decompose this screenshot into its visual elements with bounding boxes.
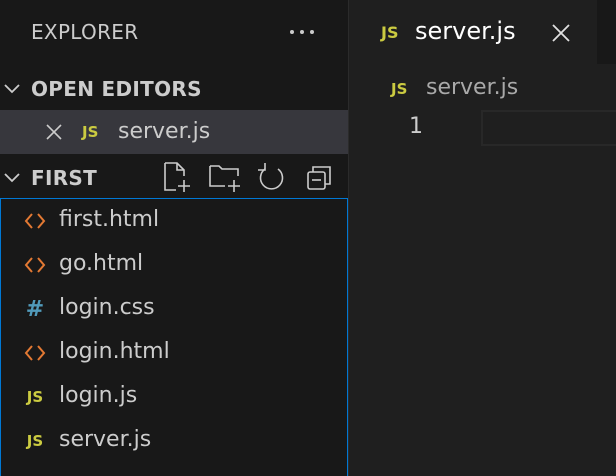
refresh-icon[interactable] <box>256 160 288 194</box>
tab-server-js[interactable]: JS server.js <box>349 0 597 64</box>
collapse-all-icon[interactable] <box>304 160 336 194</box>
new-folder-icon[interactable] <box>208 160 240 194</box>
html-file-icon <box>23 253 47 277</box>
js-file-icon: JS <box>26 388 44 406</box>
file-tree: first.html go.html # login.css login.htm… <box>0 198 348 476</box>
js-file-icon: JS <box>381 23 399 42</box>
tab-bar: JS server.js <box>349 0 616 64</box>
open-editors-section-header[interactable]: OPEN EDITORS <box>0 67 348 109</box>
tab-label: server.js <box>415 17 516 45</box>
html-file-icon <box>23 341 47 365</box>
chevron-down-icon <box>2 168 22 188</box>
file-name: first.html <box>59 207 160 232</box>
close-icon[interactable] <box>549 21 573 45</box>
html-file-icon <box>23 209 47 233</box>
file-item-first-html[interactable]: first.html <box>1 199 347 243</box>
file-name: server.js <box>59 427 152 452</box>
line-number: 1 <box>409 114 423 139</box>
breadcrumb-filename: server.js <box>426 75 519 100</box>
open-editor-item[interactable]: JS server.js <box>0 110 348 154</box>
file-item-server-js[interactable]: JS server.js <box>1 419 347 463</box>
open-editor-filename: server.js <box>118 119 211 144</box>
chevron-down-icon <box>2 79 22 99</box>
file-name: login.js <box>59 383 138 408</box>
js-file-icon: JS <box>26 432 44 450</box>
file-name: go.html <box>59 251 144 276</box>
file-item-login-js[interactable]: JS login.js <box>1 375 347 419</box>
close-icon[interactable] <box>44 122 64 142</box>
css-file-icon: # <box>25 296 45 322</box>
file-name: login.css <box>59 295 155 320</box>
explorer-header: EXPLORER <box>0 0 348 64</box>
file-item-login-html[interactable]: login.html <box>1 331 347 375</box>
current-line-highlight[interactable] <box>481 110 616 146</box>
explorer-title: EXPLORER <box>31 20 139 44</box>
ellipsis-icon[interactable] <box>288 20 318 44</box>
open-editors-label: OPEN EDITORS <box>31 77 202 101</box>
explorer-sidebar: EXPLORER OPEN EDITORS JS server.js FIRST <box>0 0 348 476</box>
file-item-go-html[interactable]: go.html <box>1 243 347 287</box>
js-file-icon: JS <box>82 123 99 141</box>
editor-area: JS server.js JS server.js 1 <box>349 0 616 476</box>
breadcrumb[interactable]: JS server.js <box>349 72 616 106</box>
js-file-icon: JS <box>391 80 408 98</box>
folder-label: FIRST <box>31 166 98 190</box>
file-item-login-css[interactable]: # login.css <box>1 287 347 331</box>
file-name: login.html <box>59 339 170 364</box>
new-file-icon[interactable] <box>160 160 192 194</box>
